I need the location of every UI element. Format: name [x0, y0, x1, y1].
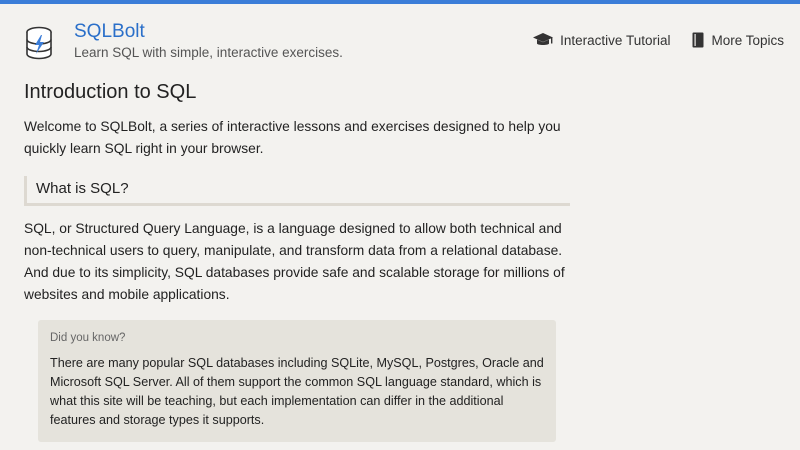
page-title: Introduction to SQL [24, 81, 197, 103]
main-content: Introduction to SQL Welcome to SQLBolt, … [24, 78, 584, 442]
header-nav: Interactive Tutorial More Topics [533, 32, 784, 48]
nav-label: Interactive Tutorial [560, 32, 671, 48]
intro-paragraph: Welcome to SQLBolt, a series of interact… [24, 119, 561, 156]
callout-title: Did you know? [50, 332, 126, 344]
brand-title[interactable]: SQLBolt [74, 20, 145, 44]
tagline: Learn SQL with simple, interactive exerc… [74, 45, 343, 60]
brand-bolt: Bolt [112, 21, 145, 42]
nav-label: More Topics [711, 32, 784, 48]
book-icon [692, 32, 704, 48]
site-header: SQLBolt Learn SQL with simple, interacti… [0, 4, 800, 70]
section-heading: What is SQL? [24, 176, 570, 206]
nav-more-topics[interactable]: More Topics [692, 32, 784, 48]
graduation-cap-icon [533, 32, 554, 48]
database-logo-icon[interactable] [23, 26, 55, 60]
did-you-know-callout: Did you know? There are many popular SQL… [38, 320, 556, 442]
callout-text: There are many popular SQL databases inc… [50, 356, 544, 427]
nav-interactive-tutorial[interactable]: Interactive Tutorial [533, 32, 670, 48]
body-paragraph: SQL, or Structured Query Language, is a … [24, 221, 565, 302]
brand-sql: SQL [74, 21, 113, 42]
